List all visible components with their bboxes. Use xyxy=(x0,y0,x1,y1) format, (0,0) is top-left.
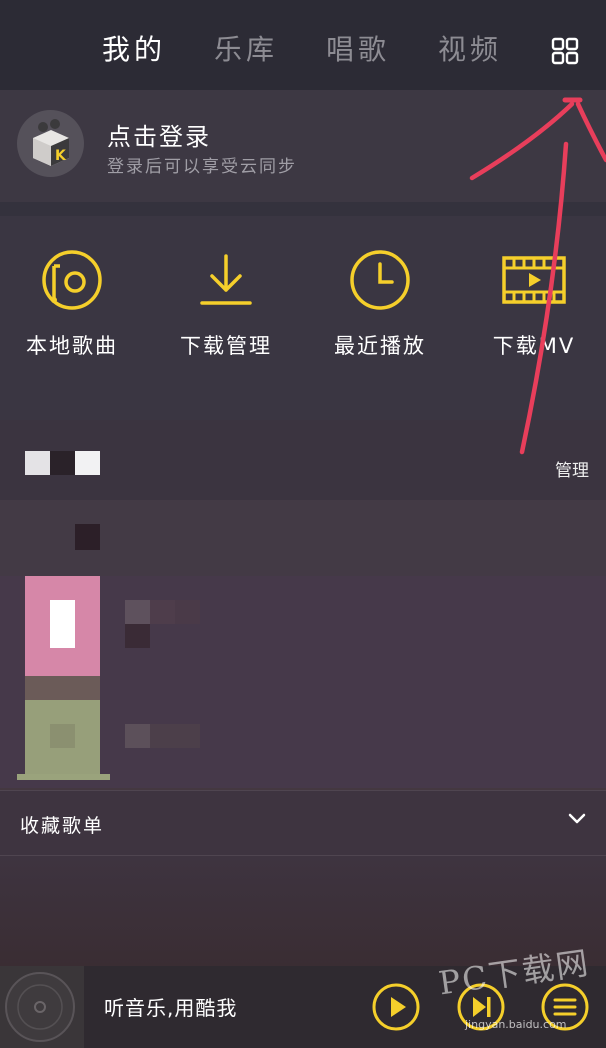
pixelated-cover xyxy=(50,724,75,748)
quick-access: 本地歌曲 下载管理 最近播放 下载MV xyxy=(0,216,606,420)
download-mv-label: 下载MV xyxy=(492,334,576,358)
pixelated-item xyxy=(75,524,100,550)
download-manager-button[interactable]: 下载管理 xyxy=(156,248,296,360)
play-button[interactable] xyxy=(371,982,421,1032)
pixelated-title xyxy=(150,724,200,748)
tab-video[interactable]: 视频 xyxy=(438,28,502,68)
watermark-sub: jingyan.baidu.com xyxy=(465,1018,567,1031)
playlist-covers xyxy=(0,576,606,788)
svg-text:K: K xyxy=(55,148,67,164)
tab-sing[interactable]: 唱歌 xyxy=(326,28,390,68)
album-art[interactable] xyxy=(0,966,84,1048)
now-playing-text[interactable]: 听音乐,用酷我 xyxy=(104,992,237,1021)
pixelated-cover xyxy=(25,676,100,700)
login-row[interactable]: K 点击登录 登录后可以享受云同步 xyxy=(0,90,606,202)
pixelated-title xyxy=(125,724,150,748)
local-songs-label: 本地歌曲 xyxy=(26,334,118,358)
film-icon xyxy=(502,256,566,304)
pixelated-text xyxy=(25,451,50,475)
pixelated-title xyxy=(150,600,175,624)
pixelated-text xyxy=(50,451,75,475)
grid-menu-icon[interactable] xyxy=(551,37,579,65)
tab-mine[interactable]: 我的 xyxy=(102,28,166,68)
pixelated-cover xyxy=(50,600,75,648)
kuwo-box-icon: K xyxy=(33,119,69,166)
playlist-header: 管理 xyxy=(0,420,606,500)
disc-icon xyxy=(42,250,102,310)
download-mv-button[interactable]: 下载MV xyxy=(464,248,604,360)
shelf xyxy=(17,774,110,780)
recent-play-button[interactable]: 最近播放 xyxy=(310,248,450,360)
download-manager-label: 下载管理 xyxy=(180,334,272,358)
chevron-down-icon[interactable] xyxy=(568,813,586,825)
clock-icon xyxy=(350,250,410,310)
manage-button[interactable]: 管理 xyxy=(555,456,589,481)
download-icon xyxy=(200,254,252,305)
tab-library[interactable]: 乐库 xyxy=(214,28,278,68)
favorites-row[interactable]: 收藏歌单 xyxy=(0,790,606,856)
favorites-label: 收藏歌单 xyxy=(20,815,105,837)
pixelated-title xyxy=(125,600,150,624)
list-item[interactable] xyxy=(0,500,606,576)
pixelated-title xyxy=(175,600,200,624)
avatar[interactable]: K xyxy=(17,110,84,177)
recent-play-label: 最近播放 xyxy=(334,334,426,358)
login-subtitle: 登录后可以享受云同步 xyxy=(107,157,297,177)
vinyl-icon xyxy=(5,972,75,1042)
pixelated-text xyxy=(75,451,100,475)
login-title[interactable]: 点击登录 xyxy=(107,117,211,152)
divider xyxy=(0,202,606,216)
pixelated-title xyxy=(125,624,150,648)
local-songs-button[interactable]: 本地歌曲 xyxy=(2,248,142,360)
top-nav: 我的 乐库 唱歌 视频 xyxy=(0,0,606,90)
